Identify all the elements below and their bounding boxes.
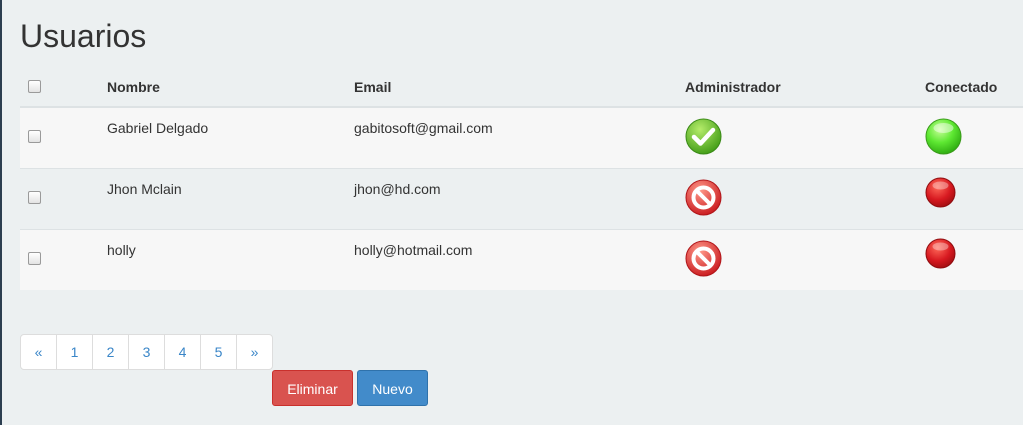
red-forbidden-icon <box>685 240 722 277</box>
pagination: « 1 2 3 4 5 » <box>20 334 273 370</box>
red-status-icon <box>925 177 956 208</box>
user-name: holly <box>107 242 136 258</box>
table-header-row: Nombre Email Administrador Conectado <box>20 68 1023 108</box>
header-name: Nombre <box>107 68 354 108</box>
table-row: holly holly@hotmail.com <box>20 229 1023 290</box>
pagination-page-3[interactable]: 3 <box>129 335 165 369</box>
row-checkbox[interactable] <box>28 191 41 204</box>
user-name: Gabriel Delgado <box>107 120 209 136</box>
header-admin: Administrador <box>685 68 925 108</box>
green-status-icon <box>925 118 962 155</box>
left-border <box>0 0 2 425</box>
pagination-page-4[interactable]: 4 <box>165 335 201 369</box>
header-email: Email <box>354 68 685 108</box>
table-row: Jhon Mclain jhon@hd.com <box>20 168 1023 230</box>
pagination-page-5[interactable]: 5 <box>201 335 237 369</box>
page-title: Usuarios <box>20 18 147 54</box>
header-connected: Conectado <box>925 68 1023 108</box>
table-row: Gabriel Delgado gabitosoft@gmail.com <box>20 106 1023 169</box>
green-check-icon <box>685 118 722 155</box>
new-button[interactable]: Nuevo <box>357 370 428 406</box>
user-email: jhon@hd.com <box>354 181 441 197</box>
row-checkbox[interactable] <box>28 252 41 265</box>
pagination-prev[interactable]: « <box>21 335 57 369</box>
pagination-page-1[interactable]: 1 <box>57 335 93 369</box>
pagination-page-2[interactable]: 2 <box>93 335 129 369</box>
user-name: Jhon Mclain <box>107 181 182 197</box>
red-status-icon <box>925 238 956 269</box>
row-checkbox[interactable] <box>28 130 41 143</box>
select-all-checkbox[interactable] <box>28 80 41 93</box>
red-forbidden-icon <box>685 179 722 216</box>
users-table: Nombre Email Administrador Conectado Gab… <box>20 68 1023 290</box>
user-email: gabitosoft@gmail.com <box>354 120 493 136</box>
select-all-header <box>20 68 107 108</box>
pagination-next[interactable]: » <box>237 335 272 369</box>
delete-button[interactable]: Eliminar <box>272 370 353 406</box>
user-email: holly@hotmail.com <box>354 242 473 258</box>
